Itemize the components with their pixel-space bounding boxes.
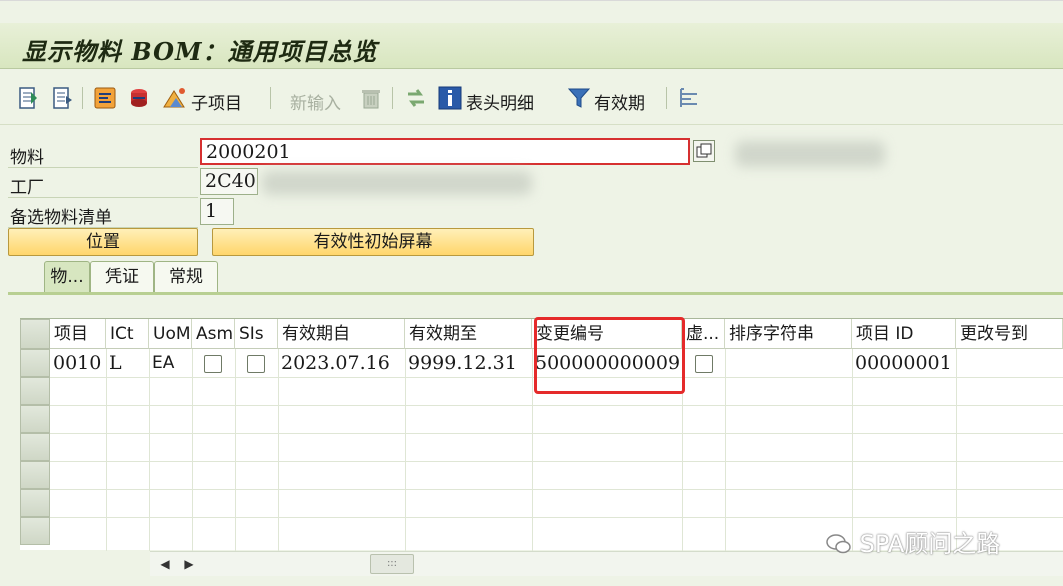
position-button[interactable]: 位置 [8,228,198,256]
cell-item[interactable]: 0010 [50,349,106,378]
row-selector[interactable] [20,461,50,489]
page-title: 显示物料 BOM：通用项目总览 [22,37,378,66]
row-selector[interactable] [20,433,50,461]
col-header-item[interactable]: 项目 [50,319,106,349]
tab-general[interactable]: 常规 [154,261,218,293]
subitem-label[interactable]: 子项目 [191,89,242,114]
sap-window: 显示物料 BOM：通用项目总览 子项目 新输入 表头明细 有效期 物料 2000… [0,0,1063,586]
col-header-sis[interactable]: SIs [235,319,278,349]
where-used-icon[interactable] [126,85,152,111]
watermark: SPA顾问之路 [826,524,1000,559]
col-header-item-id[interactable]: 项目 ID [852,319,956,349]
col-header-ict[interactable]: ICt [106,319,149,349]
scrollbar-thumb[interactable]: ::: [370,554,414,574]
asm-checkbox[interactable] [204,355,222,373]
col-header-valid-from[interactable]: 有效期自 [278,319,405,349]
row-selector[interactable] [20,349,50,377]
toolbar-separator [392,87,393,109]
row-selector[interactable] [20,489,50,517]
cell-valid-to[interactable]: 9999.12.31 [405,349,532,378]
toolbar-separator [666,87,667,109]
cell-uom[interactable]: EA [149,349,192,378]
sis-checkbox[interactable] [247,355,265,373]
application-toolbar: 子项目 新输入 表头明细 有效期 [0,73,1063,125]
alt-bom-label: 备选物料清单 [10,208,112,228]
trash-icon[interactable] [358,85,384,111]
validity-initial-screen-button[interactable]: 有效性初始屏幕 [212,228,534,256]
col-header-asm[interactable]: Asm [192,319,235,349]
cell-ict[interactable]: L [106,349,149,378]
plant-field[interactable]: 2C40 [200,168,258,195]
wechat-icon [826,530,860,558]
header-detail-label[interactable]: 表头明细 [466,89,534,114]
col-header-phantom[interactable]: 虚... [682,319,725,349]
row-selector[interactable] [20,517,50,545]
material-label: 物料 [10,148,44,168]
tab-document[interactable]: 凭证 [90,261,154,293]
phantom-checkbox[interactable] [695,355,713,373]
material-field[interactable]: 2000201 [200,138,690,165]
col-header-change-to[interactable]: 更改号到 [956,319,1063,349]
watermark-text: SPA顾问之路 [859,530,1001,558]
row-selector[interactable] [20,405,50,433]
scroll-left-icon[interactable]: ◀ [156,555,174,573]
title-bar: 显示物料 BOM：通用项目总览 [0,23,1063,69]
col-header-sort-string[interactable]: 排序字符串 [725,319,852,349]
copy-icon[interactable] [693,140,715,162]
layout-icon[interactable] [676,85,702,111]
exchange-icon[interactable] [403,85,429,111]
new-entry-label[interactable]: 新输入 [290,89,341,114]
cell-item-id[interactable]: 00000001 [852,349,956,378]
toolbar-separator [270,87,271,109]
validity-label[interactable]: 有效期 [594,89,645,114]
tab-material[interactable]: 物... [44,261,90,293]
redacted-description [735,141,885,167]
previous-object-icon[interactable] [16,85,42,111]
other-bom-icon[interactable] [92,85,118,111]
subitem-icon[interactable] [162,85,188,111]
filter-icon[interactable] [566,85,592,111]
alt-bom-field[interactable]: 1 [200,198,234,225]
row-selector[interactable] [20,377,50,405]
scroll-right-icon[interactable]: ▶ [180,555,198,573]
col-header-valid-to[interactable]: 有效期至 [405,319,532,349]
redacted-plant-name [262,171,532,195]
cell-valid-from[interactable]: 2023.07.16 [278,349,405,378]
toolbar-separator [82,87,83,109]
plant-label: 工厂 [10,178,44,198]
col-header-uom[interactable]: UoM [149,319,192,349]
tab-strip-divider [8,292,1063,295]
next-object-icon[interactable] [50,85,76,111]
highlight-annotation [534,317,685,394]
select-all-corner[interactable] [20,319,50,349]
info-icon[interactable] [437,85,463,111]
